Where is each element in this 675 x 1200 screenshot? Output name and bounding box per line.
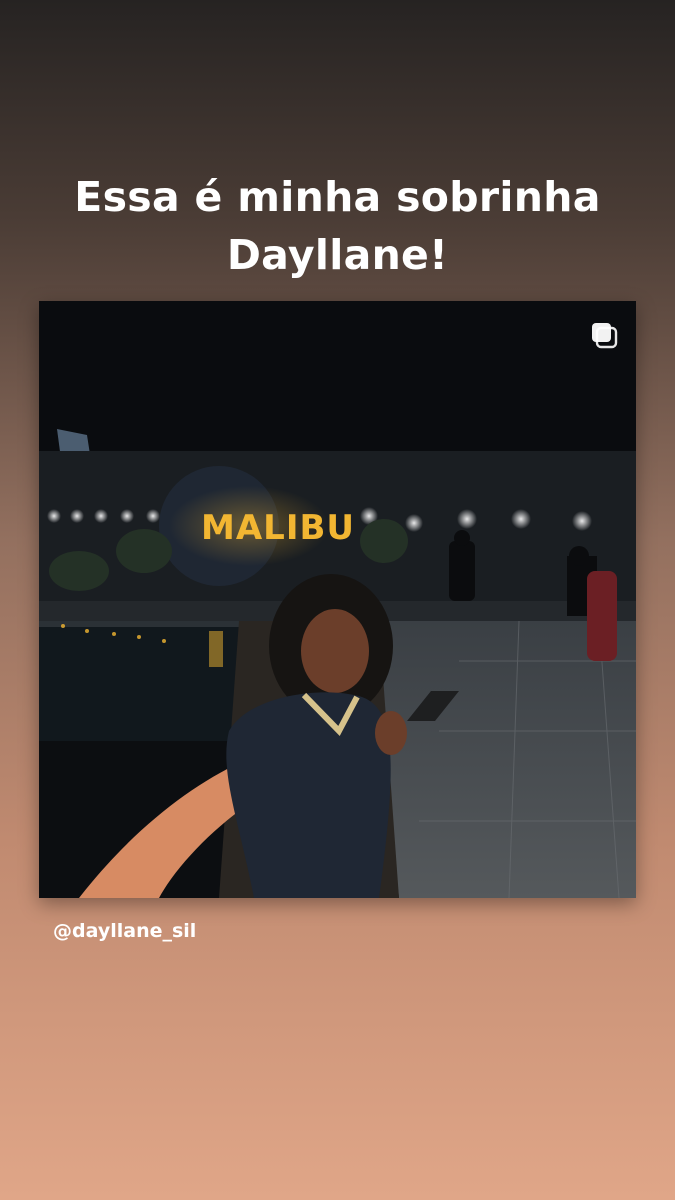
story-canvas: { "story": { "caption_line1": "Essa é mi… bbox=[0, 0, 675, 1200]
night-selfie-photo: MALIBU bbox=[39, 301, 636, 898]
shared-post-photo[interactable]: MALIBU bbox=[39, 301, 636, 898]
caption-line-1: Essa é minha sobrinha bbox=[74, 173, 601, 221]
neon-sign: MALIBU bbox=[201, 508, 355, 548]
multiple-photos-icon bbox=[590, 321, 618, 349]
caption-line-2: Dayllane! bbox=[226, 231, 449, 279]
story-caption: Essa é minha sobrinha Dayllane! bbox=[0, 168, 675, 284]
mention-sticker[interactable]: @dayllane_sil bbox=[53, 920, 196, 942]
